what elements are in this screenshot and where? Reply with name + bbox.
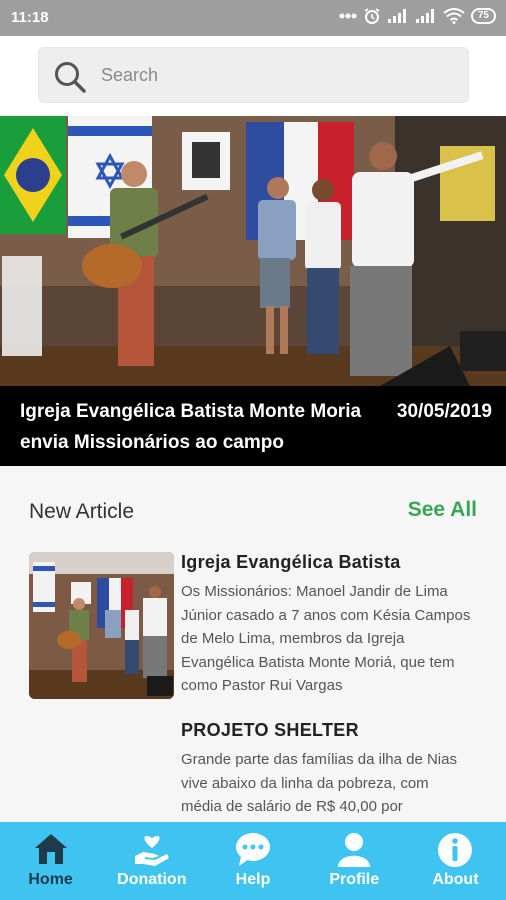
see-all-link[interactable]: See All	[408, 498, 477, 522]
search-input[interactable]	[101, 48, 441, 102]
hero-banner[interactable]: Igreja Evangélica Batista Monte Moria en…	[0, 116, 506, 466]
signal-icon-2	[415, 9, 434, 23]
more-icon	[339, 13, 357, 19]
section-title: New Article	[29, 500, 135, 523]
article-title: PROJETO SHELTER	[181, 720, 359, 740]
hero-title: Igreja Evangélica Batista Monte Moria en…	[20, 401, 362, 453]
alarm-icon	[364, 8, 380, 24]
battery-indicator: 75	[470, 8, 496, 24]
signal-icon	[387, 9, 406, 23]
wifi-icon	[443, 8, 465, 24]
bottom-nav: Home Donation Help Profile About	[0, 822, 506, 900]
nav-about[interactable]: About	[405, 822, 506, 900]
hero-image	[0, 116, 506, 386]
nav-donation[interactable]: Donation	[101, 822, 202, 900]
search-icon	[55, 62, 86, 93]
header	[0, 36, 506, 116]
search-box[interactable]	[38, 47, 469, 103]
nav-label-home: Home	[28, 871, 73, 888]
article-item[interactable]: PROJETO SHELTER Grande parte das família…	[29, 720, 479, 830]
donation-icon	[134, 835, 169, 866]
status-bar: 11:18 75	[0, 0, 506, 36]
article-thumbnail	[29, 552, 174, 699]
article-item[interactable]: Igreja Evangélica Batista Os Missionário…	[29, 552, 479, 702]
nav-label-about: About	[432, 871, 479, 888]
chat-icon	[236, 833, 270, 866]
user-icon	[338, 833, 371, 867]
hero-caption: Igreja Evangélica Batista Monte Moria en…	[0, 386, 506, 466]
nav-home[interactable]: Home	[0, 822, 101, 900]
hero-date: 30/05/2019	[396, 401, 492, 422]
nav-profile[interactable]: Profile	[304, 822, 405, 900]
article-image	[29, 552, 174, 699]
status-icons: 75	[339, 7, 496, 25]
new-article-section: New Article See All Igreja Evangélica Ba…	[0, 466, 506, 830]
article-excerpt: Os Missionários: Manoel Jandir de Lima J…	[181, 583, 471, 694]
nav-label-donation: Donation	[117, 871, 187, 888]
nav-label-profile: Profile	[329, 871, 380, 888]
article-title: Igreja Evangélica Batista	[181, 552, 401, 572]
nav-help[interactable]: Help	[202, 822, 303, 900]
status-time: 11:18	[11, 9, 49, 26]
nav-label-help: Help	[235, 871, 271, 888]
article-excerpt: Grande parte das famílias da ilha de Nia…	[181, 751, 457, 815]
info-icon	[438, 833, 473, 867]
home-icon	[34, 834, 67, 864]
